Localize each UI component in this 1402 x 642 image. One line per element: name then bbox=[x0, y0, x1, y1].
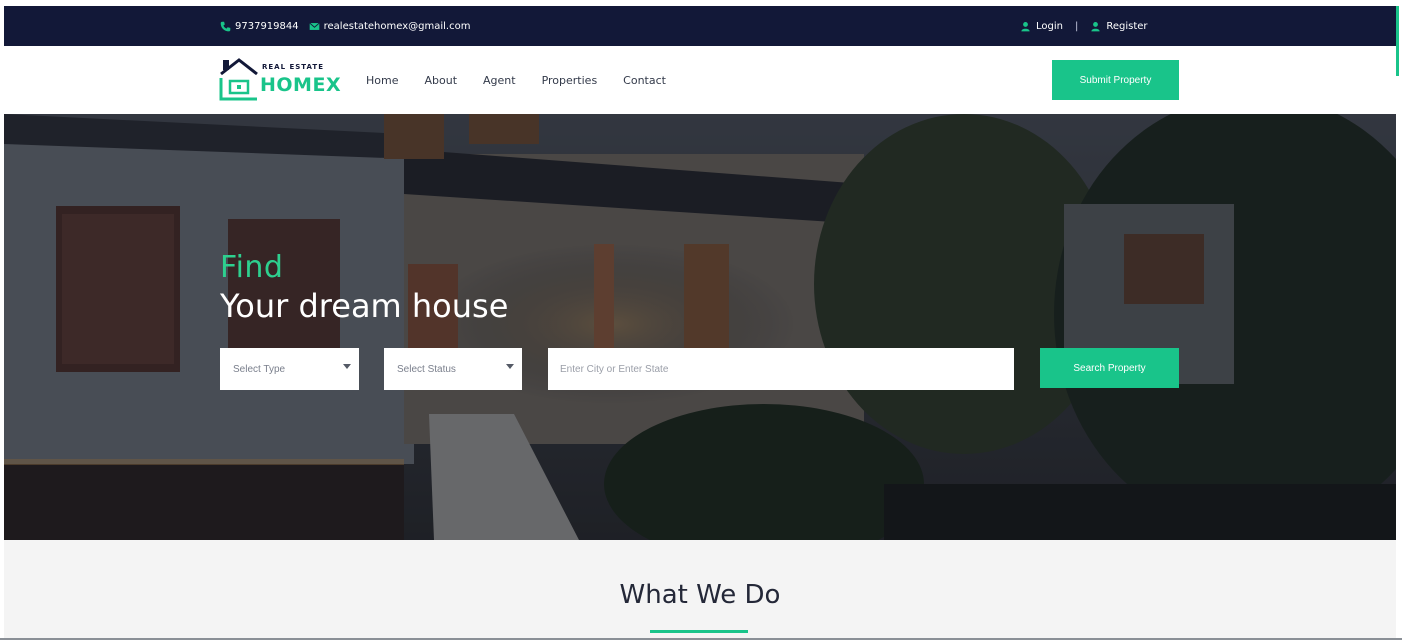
chevron-down-icon bbox=[506, 364, 514, 369]
auth-separator: | bbox=[1074, 20, 1079, 32]
house-icon bbox=[219, 58, 258, 101]
email-link[interactable]: realestatehomex@gmail.com bbox=[308, 20, 471, 32]
user-icon bbox=[1091, 21, 1100, 31]
nav-menu: Home About Agent Properties Contact bbox=[366, 46, 666, 114]
email-address: realestatehomex@gmail.com bbox=[323, 20, 471, 32]
logo-tagline: REAL ESTATE bbox=[262, 63, 324, 71]
select-type-value: Select Type bbox=[233, 363, 286, 375]
logo-wordmark: HOMEX bbox=[260, 74, 342, 96]
hero-dark-overlay bbox=[4, 114, 1396, 540]
city-state-input[interactable] bbox=[548, 348, 1014, 390]
user-icon bbox=[1021, 21, 1030, 31]
phone-icon bbox=[220, 21, 231, 31]
submit-property-button[interactable]: Submit Property bbox=[1052, 60, 1179, 100]
bottom-divider bbox=[0, 638, 1402, 640]
select-type-dropdown[interactable]: Select Type bbox=[220, 348, 359, 390]
phone-number: 9737919844 bbox=[235, 20, 299, 32]
phone-link[interactable]: 9737919844 bbox=[220, 21, 299, 32]
section-title-underline bbox=[650, 630, 748, 633]
register-link[interactable]: Register bbox=[1090, 20, 1148, 32]
register-label: Register bbox=[1106, 20, 1148, 32]
login-label: Login bbox=[1036, 20, 1063, 32]
search-property-button[interactable]: Search Property bbox=[1040, 348, 1179, 388]
nav-item-properties[interactable]: Properties bbox=[542, 74, 598, 87]
main-navbar: REAL ESTATE HOMEX Home About Agent Prope… bbox=[4, 46, 1396, 114]
headline-find: Find bbox=[220, 250, 284, 285]
auth-links: Login | Register bbox=[1020, 6, 1148, 46]
what-we-do-section: What We Do bbox=[4, 540, 1396, 638]
select-status-dropdown[interactable]: Select Status bbox=[384, 348, 522, 390]
nav-item-contact[interactable]: Contact bbox=[623, 74, 666, 87]
section-title: What We Do bbox=[619, 580, 781, 610]
nav-item-agent[interactable]: Agent bbox=[483, 74, 516, 87]
page: 9737919844 realestatehomex@gmail.com Log… bbox=[0, 0, 1402, 642]
chevron-down-icon bbox=[343, 364, 351, 369]
site-logo[interactable]: REAL ESTATE HOMEX bbox=[218, 56, 348, 102]
nav-item-home[interactable]: Home bbox=[366, 74, 398, 87]
scroll-accent-bar bbox=[1396, 6, 1399, 76]
nav-item-about[interactable]: About bbox=[424, 74, 457, 87]
select-status-value: Select Status bbox=[397, 363, 456, 375]
hero-banner: Find Your dream house Select Type Select… bbox=[4, 114, 1396, 540]
hero-headline: Find Your dream house bbox=[220, 250, 508, 325]
headline-dream-house: Your dream house bbox=[220, 287, 509, 325]
top-contact-bar: 9737919844 realestatehomex@gmail.com Log… bbox=[4, 6, 1396, 46]
contact-info: 9737919844 realestatehomex@gmail.com bbox=[220, 6, 470, 46]
mail-icon bbox=[308, 22, 320, 30]
login-link[interactable]: Login bbox=[1020, 21, 1063, 32]
